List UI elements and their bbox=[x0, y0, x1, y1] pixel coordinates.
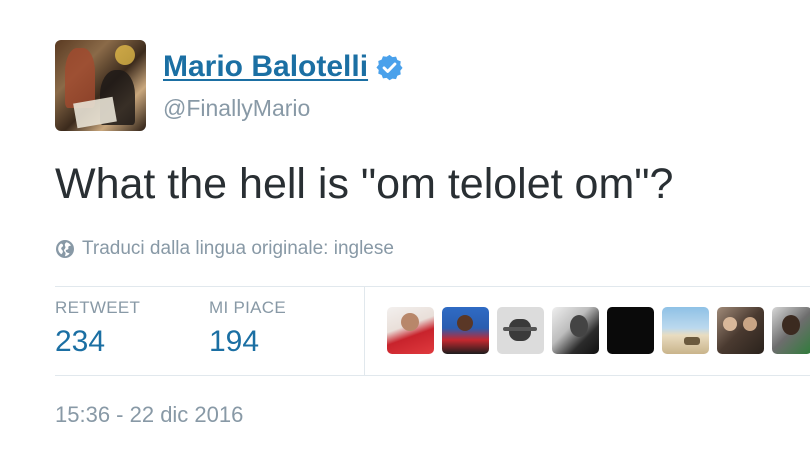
translate-label: Traduci dalla lingua originale: inglese bbox=[82, 238, 394, 259]
globe-icon bbox=[56, 240, 74, 258]
verified-badge-icon bbox=[376, 54, 403, 80]
likes-label: MI PIACE bbox=[209, 298, 287, 317]
liker-avatar[interactable] bbox=[497, 307, 544, 354]
divider bbox=[55, 375, 810, 376]
author-handle[interactable]: @FinallyMario bbox=[163, 95, 310, 122]
liker-avatar[interactable] bbox=[717, 307, 764, 354]
retweet-label: RETWEET bbox=[55, 298, 141, 317]
retweet-stat[interactable]: RETWEET 234 bbox=[55, 298, 140, 359]
liker-avatar[interactable] bbox=[442, 307, 489, 354]
divider bbox=[55, 286, 810, 287]
liker-avatar[interactable] bbox=[552, 307, 599, 354]
likes-stat[interactable]: MI PIACE 194 bbox=[209, 298, 286, 359]
author-name-row: Mario Balotelli bbox=[163, 50, 404, 84]
divider bbox=[364, 287, 365, 375]
author-avatar[interactable] bbox=[55, 40, 146, 131]
avatar-photo-detail bbox=[65, 48, 95, 108]
liker-avatar[interactable] bbox=[607, 307, 654, 354]
avatar-photo-detail bbox=[115, 45, 135, 65]
likes-count: 194 bbox=[209, 325, 260, 358]
translate-link[interactable]: Traduci dalla lingua originale: inglese bbox=[55, 238, 394, 260]
liker-avatar[interactable] bbox=[387, 307, 434, 354]
liker-avatars bbox=[387, 307, 810, 354]
retweet-count: 234 bbox=[55, 325, 106, 358]
author-name-link[interactable]: Mario Balotelli bbox=[163, 50, 368, 84]
liker-avatar[interactable] bbox=[772, 307, 810, 354]
tweet-text: What the hell is "om telolet om"? bbox=[55, 160, 674, 208]
tweet-timestamp[interactable]: 15:36 - 22 dic 2016 bbox=[55, 402, 243, 428]
liker-avatar[interactable] bbox=[662, 307, 709, 354]
